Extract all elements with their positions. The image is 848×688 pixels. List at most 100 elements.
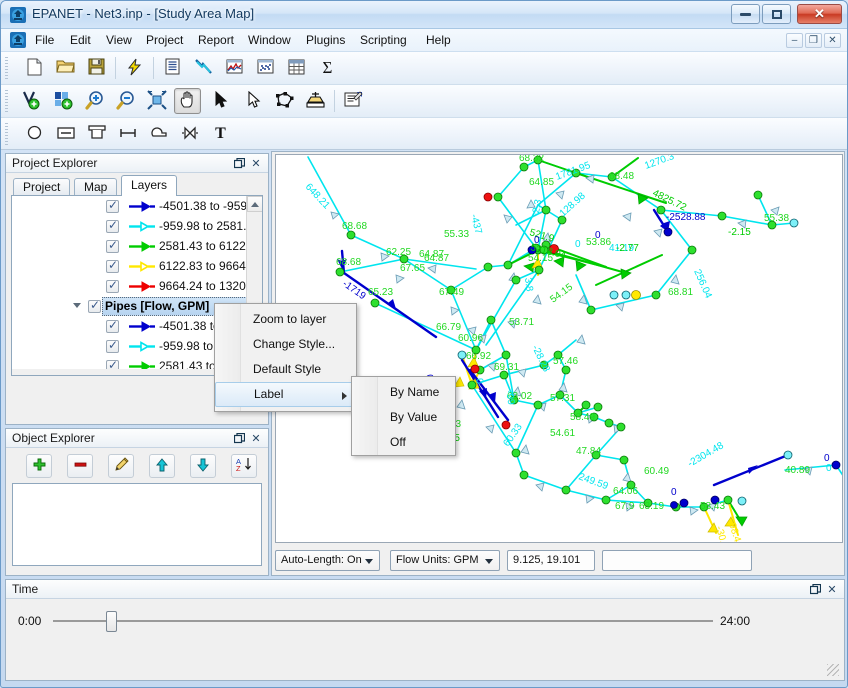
layer-checkbox[interactable] [106, 238, 119, 253]
add-object-button[interactable] [26, 454, 52, 478]
auto-length-combo[interactable]: Auto-Length: On [275, 550, 380, 571]
select-vertex-button[interactable] [240, 88, 267, 114]
layer-label: -959.98 to 2581.43 [159, 219, 260, 233]
full-extent-button[interactable] [143, 88, 170, 114]
summary-button[interactable]: Σ [314, 55, 341, 81]
layer-checkbox[interactable] [106, 338, 119, 353]
object-explorer-close-button[interactable]: ✕ [249, 431, 263, 445]
layer-row[interactable]: -4501.38 to -959.98 [12, 197, 262, 217]
menu-scripting[interactable]: Scripting [353, 32, 414, 49]
window-maximize-button[interactable] [762, 4, 791, 24]
menu-view[interactable]: View [99, 32, 139, 49]
toolbar-grip[interactable] [5, 57, 8, 79]
layer-checkbox[interactable] [106, 278, 119, 293]
layer-row[interactable]: 9664.24 to 13205.64 [12, 277, 262, 297]
mdi-restore-button[interactable]: ❐ [805, 33, 822, 48]
time-slider-thumb[interactable] [106, 611, 117, 632]
valve-tool-button[interactable] [176, 121, 203, 147]
menu-window[interactable]: Window [241, 32, 298, 49]
pump-tool-button[interactable] [145, 121, 172, 147]
tab-project[interactable]: Project [13, 178, 71, 195]
scroll-up-button[interactable] [247, 196, 262, 212]
notes-button[interactable] [340, 88, 367, 114]
select-object-button[interactable] [207, 88, 234, 114]
notes-icon [344, 91, 363, 111]
layer-row[interactable]: -4501.38 to -959.98 [12, 317, 262, 337]
menu-item-by-value[interactable]: By Value [352, 405, 455, 430]
query-button[interactable] [302, 88, 329, 114]
menu-item-default-style[interactable]: Default Style [215, 357, 356, 382]
time-panel-close-button[interactable]: ✕ [825, 582, 839, 596]
svg-text:55.33: 55.33 [444, 229, 469, 240]
edit-object-button[interactable] [108, 454, 134, 478]
tab-map[interactable]: Map [74, 178, 118, 195]
label-submenu[interactable]: By Name By Value Off [351, 376, 456, 456]
new-file-button[interactable] [21, 55, 48, 81]
mdi-minimize-button[interactable]: – [786, 33, 803, 48]
junction-tool-button[interactable] [21, 121, 48, 147]
reservoir-tool-button[interactable] [52, 121, 79, 147]
tab-layers[interactable]: Layers [121, 175, 178, 196]
zoom-out-button[interactable] [112, 88, 139, 114]
layer-row[interactable]: 6122.83 to 9664.24 [12, 257, 262, 277]
menu-file[interactable]: File [28, 32, 61, 49]
move-down-button[interactable] [190, 454, 216, 478]
layer-checkbox[interactable] [106, 318, 119, 333]
layer-row[interactable]: -959.98 to 2581.43 [12, 217, 260, 237]
pan-button[interactable] [174, 88, 201, 114]
mdi-close-button[interactable]: ✕ [824, 33, 841, 48]
object-explorer-undock-button[interactable] [232, 431, 246, 445]
move-up-button[interactable] [149, 454, 175, 478]
layer-group-row-pipes[interactable]: Pipes [Flow, GPM] [12, 297, 248, 317]
project-explorer-undock-button[interactable] [232, 156, 246, 170]
text-tool-button[interactable]: T [207, 121, 234, 147]
layer-row[interactable]: -959.98 to 2581.43 [12, 337, 260, 357]
menu-help[interactable]: Help [419, 32, 458, 49]
profile-plot-button[interactable] [190, 55, 217, 81]
menu-item-change-style[interactable]: Change Style... [215, 332, 356, 357]
menu-item-zoom-to-layer[interactable]: Zoom to layer [215, 307, 356, 332]
table-button[interactable] [283, 55, 310, 81]
menu-report[interactable]: Report [191, 32, 241, 49]
menu-edit[interactable]: Edit [63, 32, 98, 49]
time-slider-track[interactable] [53, 620, 713, 622]
zoom-in-button[interactable] [81, 88, 108, 114]
menu-item-off[interactable]: Off [352, 430, 455, 455]
scatter-plot-button[interactable] [252, 55, 279, 81]
run-analysis-button[interactable] [121, 55, 148, 81]
time-series-button[interactable] [221, 55, 248, 81]
map-canvas[interactable]: 68.32 64.85 68.68 68.68 62.25 67.65 65.2… [275, 154, 843, 543]
layer-checkbox[interactable] [106, 218, 119, 233]
arrow-up-icon [156, 457, 168, 475]
add-node-button[interactable] [19, 88, 46, 114]
resize-grip[interactable] [827, 664, 839, 676]
layer-checkbox[interactable] [106, 198, 119, 213]
layer-context-menu[interactable]: Zoom to layer Change Style... Default St… [214, 303, 357, 412]
report-button[interactable] [159, 55, 186, 81]
menu-project[interactable]: Project [139, 32, 190, 49]
layer-checkbox[interactable] [106, 258, 119, 273]
sort-button[interactable]: AZ [231, 454, 257, 478]
menu-item-label[interactable]: Label [215, 382, 356, 407]
save-file-button[interactable] [83, 55, 110, 81]
add-layer-button[interactable] [50, 88, 77, 114]
project-explorer-close-button[interactable]: ✕ [249, 156, 263, 170]
delete-object-button[interactable] [67, 454, 93, 478]
toolbar-grip[interactable] [5, 123, 8, 145]
open-file-button[interactable] [52, 55, 79, 81]
time-panel-undock-button[interactable] [808, 582, 822, 596]
layer-row[interactable]: 2581.43 to 6122.83 [12, 237, 262, 257]
flow-units-combo[interactable]: Flow Units: GPM [390, 550, 500, 571]
window-minimize-button[interactable] [731, 4, 760, 24]
menu-plugins[interactable]: Plugins [299, 32, 352, 49]
toolbar-grip[interactable] [5, 90, 8, 112]
layers-horizontal-scrollbar[interactable] [12, 369, 246, 375]
window-close-button[interactable]: ✕ [797, 4, 842, 24]
pipe-tool-button[interactable] [114, 121, 141, 147]
tank-tool-button[interactable] [83, 121, 110, 147]
menu-item-by-name[interactable]: By Name [352, 380, 455, 405]
layer-group-checkbox[interactable] [88, 298, 101, 313]
object-explorer-list[interactable] [12, 483, 262, 566]
select-region-button[interactable] [271, 88, 298, 114]
collapse-triangle-icon[interactable] [73, 303, 81, 308]
